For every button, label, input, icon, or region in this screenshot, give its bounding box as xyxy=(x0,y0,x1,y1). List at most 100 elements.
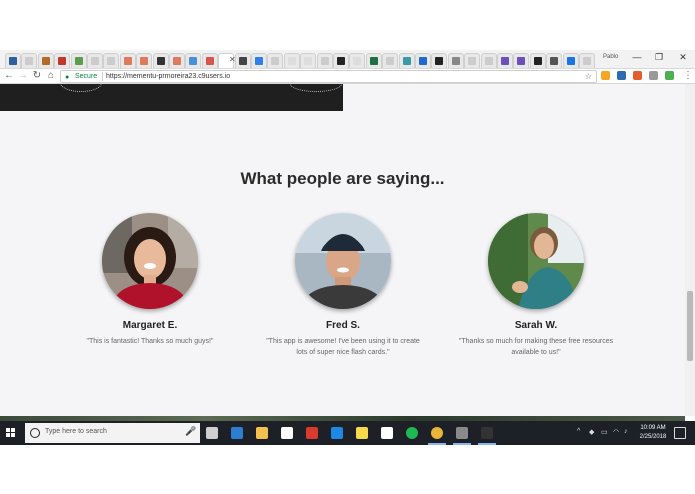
browser-tab[interactable] xyxy=(251,53,267,68)
file-explorer-icon[interactable] xyxy=(256,427,268,439)
system-clock[interactable]: 10:09 AM 2/25/2018 xyxy=(636,424,670,442)
page-icon xyxy=(91,57,99,65)
browser-tab[interactable] xyxy=(497,53,513,68)
extension-orange-icon[interactable] xyxy=(601,71,610,80)
wave-icon xyxy=(140,57,149,65)
browser-tab[interactable] xyxy=(562,53,579,68)
task-view-icon[interactable] xyxy=(206,427,218,439)
extension-red-icon[interactable] xyxy=(633,71,642,80)
wifi-icon[interactable]: ◠ xyxy=(613,428,619,436)
page-icon xyxy=(386,57,395,65)
minimize-icon[interactable]: — xyxy=(630,52,644,62)
window-close-icon[interactable]: ✕ xyxy=(676,52,690,63)
chrome-icon[interactable] xyxy=(431,427,443,439)
browser-menu-icon[interactable]: ⋮ xyxy=(683,69,693,83)
reload-icon[interactable]: ↻ xyxy=(31,69,43,83)
address-bar[interactable]: ● Secure https://mementu-prmoreira23.c9u… xyxy=(60,70,597,83)
clock-date: 2/25/2018 xyxy=(639,434,667,440)
browser-tab[interactable] xyxy=(349,53,366,68)
browser-tab[interactable] xyxy=(5,53,21,68)
taskbar-search-box[interactable]: Type here to search 🎤 xyxy=(25,423,200,443)
dropbox-tray-icon[interactable]: ◆ xyxy=(589,428,594,436)
browser-tab[interactable] xyxy=(464,53,481,68)
spotify-icon[interactable] xyxy=(406,427,418,439)
testimonial-name: Fred S. xyxy=(326,320,360,331)
browser-tab[interactable] xyxy=(21,53,38,68)
tab-close-icon[interactable]: ✕ xyxy=(229,55,236,64)
scrollbar-thumb[interactable] xyxy=(687,291,693,361)
tab-strip xyxy=(0,50,695,69)
browser-tab[interactable] xyxy=(234,53,251,68)
browser-tab[interactable] xyxy=(185,53,202,68)
page-icon xyxy=(271,57,280,65)
restore-icon[interactable]: ❐ xyxy=(652,52,666,63)
testimonial-quote: "This app is awesome! I've been using it… xyxy=(266,338,420,356)
battery-icon[interactable]: ▭ xyxy=(601,428,608,436)
lock-icon: ● xyxy=(65,74,70,81)
app-blue-l-icon[interactable] xyxy=(331,427,343,439)
browser-tab[interactable] xyxy=(103,53,120,68)
section-heading: What people are saying... xyxy=(240,169,445,188)
c-icon xyxy=(369,57,378,65)
wave-icon xyxy=(173,57,181,65)
terminal-icon[interactable] xyxy=(481,427,493,439)
browser-tab[interactable] xyxy=(300,53,317,68)
mail-icon xyxy=(189,57,198,65)
bookmark-star-icon[interactable]: ☆ xyxy=(585,71,592,82)
browser-tab[interactable] xyxy=(365,53,382,68)
browser-tab[interactable] xyxy=(201,53,218,68)
browser-tab[interactable] xyxy=(447,53,464,68)
browser-tab[interactable] xyxy=(70,53,87,68)
browser-tab[interactable] xyxy=(169,53,185,68)
page-scrollbar[interactable] xyxy=(685,84,695,416)
mail-icon[interactable] xyxy=(381,427,393,439)
url-text[interactable]: https://mementu-prmoreira23.c9users.io xyxy=(106,71,230,82)
browser-tab[interactable] xyxy=(415,53,431,68)
browser-tab[interactable] xyxy=(513,53,530,68)
action-center-icon[interactable] xyxy=(674,427,686,439)
testimonial-quote: "Thanks so much for making these free re… xyxy=(458,338,614,356)
profile-button[interactable]: Pablo xyxy=(603,54,618,60)
photos-icon[interactable] xyxy=(456,427,468,439)
browser-tab[interactable] xyxy=(54,53,71,68)
browser-tab[interactable] xyxy=(267,53,284,68)
browser-tab[interactable] xyxy=(316,53,333,68)
tray-chevron-icon[interactable]: ^ xyxy=(577,428,580,435)
app-red-icon[interactable] xyxy=(306,427,318,439)
browser-tab[interactable] xyxy=(136,53,153,68)
browser-tab[interactable] xyxy=(283,53,300,68)
browser-tab[interactable] xyxy=(382,53,399,68)
back-icon[interactable]: ← xyxy=(3,69,15,83)
windows-start-icon[interactable] xyxy=(6,428,16,438)
browser-tab[interactable] xyxy=(152,53,169,68)
browser-tab[interactable] xyxy=(579,53,595,68)
microphone-icon[interactable]: 🎤 xyxy=(185,426,196,437)
avatar-margaret xyxy=(102,213,198,309)
browser-tab[interactable] xyxy=(119,53,136,68)
extension-blue-icon[interactable] xyxy=(617,71,626,80)
extension-gray-icon[interactable] xyxy=(649,71,658,80)
keyboard-icon xyxy=(238,57,247,65)
extension-green-icon[interactable] xyxy=(665,71,674,80)
browser-tab[interactable] xyxy=(37,53,54,68)
page-viewport: What people are saying... Margaret E. "T… xyxy=(0,84,685,416)
bar-icon xyxy=(156,57,165,65)
forward-icon[interactable]: → xyxy=(17,69,29,83)
browser-tab[interactable] xyxy=(398,53,415,68)
browser-tab[interactable] xyxy=(87,53,103,68)
browser-tab[interactable] xyxy=(546,53,563,68)
google-icon xyxy=(287,57,296,65)
home-icon[interactable]: ⌂ xyxy=(45,69,57,83)
clock-time: 10:09 AM xyxy=(640,425,666,431)
netlify-icon xyxy=(402,57,411,65)
running-app-indicator xyxy=(453,443,471,445)
edge-icon[interactable] xyxy=(231,427,243,439)
browser-tab[interactable] xyxy=(529,53,546,68)
browser-tab[interactable] xyxy=(333,53,349,68)
store-icon[interactable] xyxy=(281,427,293,439)
browser-tab[interactable] xyxy=(480,53,497,68)
browser-tab[interactable] xyxy=(431,53,448,68)
volume-icon[interactable]: ♪ xyxy=(624,428,628,435)
page-icon xyxy=(320,57,329,65)
sticky-notes-icon[interactable] xyxy=(356,427,368,439)
